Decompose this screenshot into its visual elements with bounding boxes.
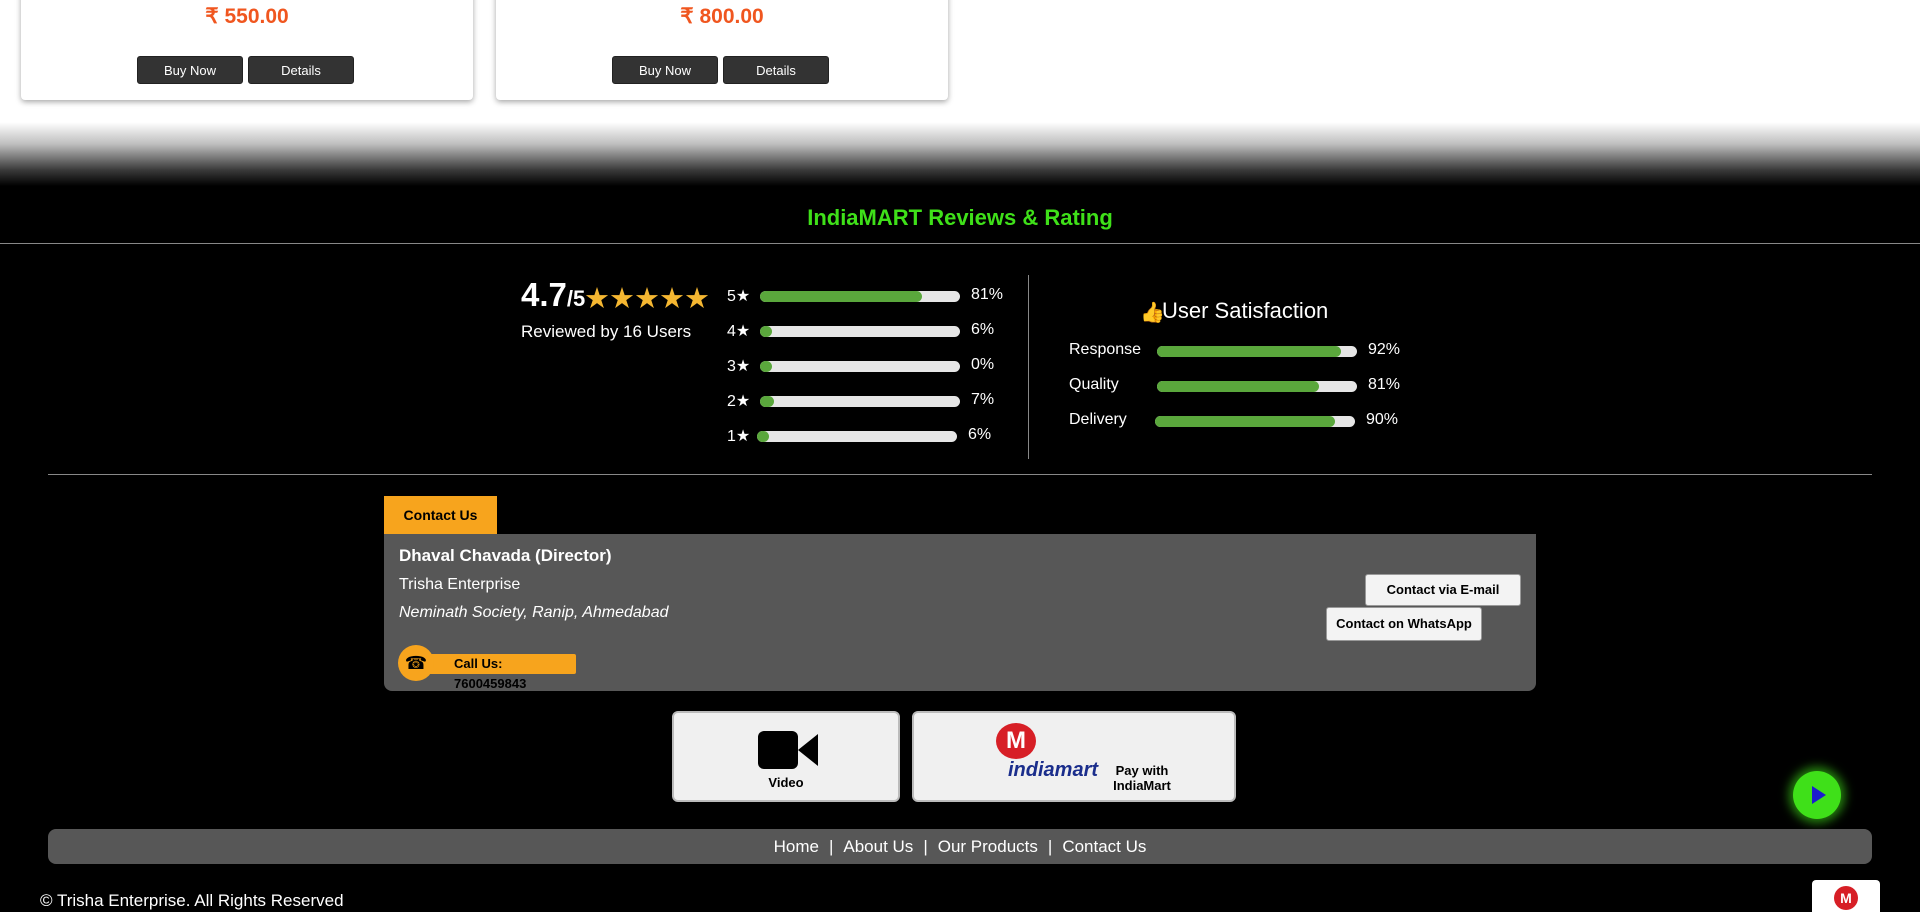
satisfaction-bar bbox=[1157, 381, 1357, 392]
nav-contact-us[interactable]: Contact Us bbox=[1062, 837, 1146, 856]
section-separator bbox=[0, 122, 1920, 186]
rating-percent: 6% bbox=[971, 321, 995, 338]
rating-percent: 6% bbox=[968, 426, 992, 443]
indiamart-wordmark: indiamart bbox=[1008, 759, 1099, 781]
buy-now-button[interactable]: Buy Now bbox=[612, 56, 718, 84]
rating-label: 5★ bbox=[727, 288, 751, 305]
satisfaction-bar bbox=[1155, 416, 1355, 427]
nav-separator: | bbox=[1047, 837, 1053, 856]
divider bbox=[0, 243, 1920, 244]
satisfaction-row: Delivery 90% bbox=[1069, 411, 1409, 431]
satisfaction-label: Delivery bbox=[1069, 411, 1127, 428]
video-label: Video bbox=[768, 775, 804, 790]
satisfaction-row: Quality 81% bbox=[1069, 376, 1409, 396]
rating-bar-fill bbox=[760, 326, 772, 337]
details-button[interactable]: Details bbox=[248, 56, 354, 84]
product-card: ₹ 550.00 Buy Now Details bbox=[21, 0, 473, 100]
rating-row: 1★ 6% bbox=[727, 426, 1027, 446]
rating-bar-fill bbox=[760, 396, 774, 407]
phone-icon[interactable]: ☎ bbox=[398, 645, 434, 681]
buy-now-button[interactable]: Buy Now bbox=[137, 56, 243, 84]
copyright: © Trisha Enterprise. All Rights Reserved bbox=[40, 891, 344, 910]
satisfaction-bar-fill bbox=[1155, 416, 1335, 427]
rating-bar bbox=[760, 326, 960, 337]
rating-bar-fill bbox=[760, 361, 772, 372]
satisfaction-bar-fill bbox=[1157, 381, 1319, 392]
satisfaction-bar-fill bbox=[1157, 346, 1341, 357]
vertical-divider bbox=[1028, 275, 1029, 459]
nav-about-us[interactable]: About Us bbox=[843, 837, 913, 856]
contact-name: Dhaval Chavada (Director) bbox=[399, 546, 612, 565]
rating-bar bbox=[760, 291, 960, 302]
satisfaction-percent: 92% bbox=[1368, 341, 1401, 358]
video-camera-lens-icon bbox=[798, 734, 818, 766]
contact-whatsapp-button[interactable]: Contact on WhatsApp bbox=[1326, 607, 1482, 641]
indiamart-logo-icon: M bbox=[1834, 886, 1858, 910]
contact-box: Dhaval Chavada (Director) Trisha Enterpr… bbox=[384, 534, 1536, 691]
rating-row: 3★ 0% bbox=[727, 356, 1027, 376]
company-address: Neminath Society, Ranip, Ahmedabad bbox=[399, 604, 669, 621]
contact-tab[interactable]: Contact Us bbox=[384, 496, 497, 534]
play-icon bbox=[1812, 786, 1826, 804]
rating-percent: 7% bbox=[971, 391, 995, 408]
satisfaction-label: Response bbox=[1069, 341, 1142, 358]
indiamart-logo-icon: M bbox=[996, 723, 1036, 759]
rating-percent: 0% bbox=[971, 356, 995, 373]
rating-score: 4.7/5 bbox=[521, 276, 586, 313]
satisfaction-percent: 81% bbox=[1368, 376, 1401, 393]
nav-home[interactable]: Home bbox=[774, 837, 819, 856]
rating-bar bbox=[760, 361, 960, 372]
satisfaction-bar bbox=[1157, 346, 1357, 357]
video-tile[interactable]: Video bbox=[672, 711, 900, 802]
rating-stars-icon: ★★★★★ bbox=[584, 283, 710, 315]
footer-nav: Home | About Us | Our Products | Contact Us bbox=[48, 829, 1872, 864]
rating-label: 1★ bbox=[727, 428, 751, 445]
rating-bar bbox=[757, 431, 957, 442]
reviewed-count: Reviewed by 16 Users bbox=[521, 322, 692, 341]
product-price: ₹ 550.00 bbox=[205, 5, 289, 28]
satisfaction-percent: 90% bbox=[1366, 411, 1399, 428]
company-name: Trisha Enterprise bbox=[399, 576, 521, 593]
product-price: ₹ 800.00 bbox=[680, 5, 764, 28]
product-card: ₹ 800.00 Buy Now Details bbox=[496, 0, 948, 100]
contact-email-button[interactable]: Contact via E-mail bbox=[1365, 574, 1521, 606]
divider bbox=[48, 474, 1872, 475]
rating-bar-fill bbox=[760, 291, 922, 302]
rating-label: 2★ bbox=[727, 393, 751, 410]
satisfaction-title: User Satisfaction bbox=[1162, 298, 1329, 323]
satisfaction-label: Quality bbox=[1069, 376, 1119, 393]
rating-percent: 81% bbox=[971, 286, 1004, 303]
pay-tile[interactable]: M indiamart Pay with IndiaMart bbox=[912, 711, 1236, 802]
product-area: ₹ 550.00 Buy Now Details ₹ 800.00 Buy No… bbox=[0, 0, 1920, 122]
rating-label: 4★ bbox=[727, 323, 751, 340]
reviews-title: IndiaMART Reviews & Rating bbox=[807, 205, 1113, 230]
video-camera-icon bbox=[758, 731, 798, 769]
rating-row: 4★ 6% bbox=[727, 321, 1027, 341]
call-us-button[interactable]: Call Us: 7600459843 bbox=[428, 654, 576, 691]
rating-bar bbox=[760, 396, 960, 407]
nav-separator: | bbox=[828, 837, 834, 856]
rating-row: 5★ 81% bbox=[727, 286, 1027, 306]
rating-bar-fill bbox=[757, 431, 769, 442]
play-button[interactable] bbox=[1793, 771, 1841, 819]
nav-separator: | bbox=[923, 837, 928, 856]
details-button[interactable]: Details bbox=[723, 56, 829, 84]
indiamart-corner-logo[interactable]: M bbox=[1812, 880, 1880, 912]
rating-label: 3★ bbox=[727, 358, 751, 375]
satisfaction-row: Response 92% bbox=[1069, 341, 1409, 361]
rating-row: 2★ 7% bbox=[727, 391, 1027, 411]
nav-our-products[interactable]: Our Products bbox=[938, 837, 1038, 856]
pay-label: Pay with IndiaMart bbox=[1113, 763, 1171, 793]
